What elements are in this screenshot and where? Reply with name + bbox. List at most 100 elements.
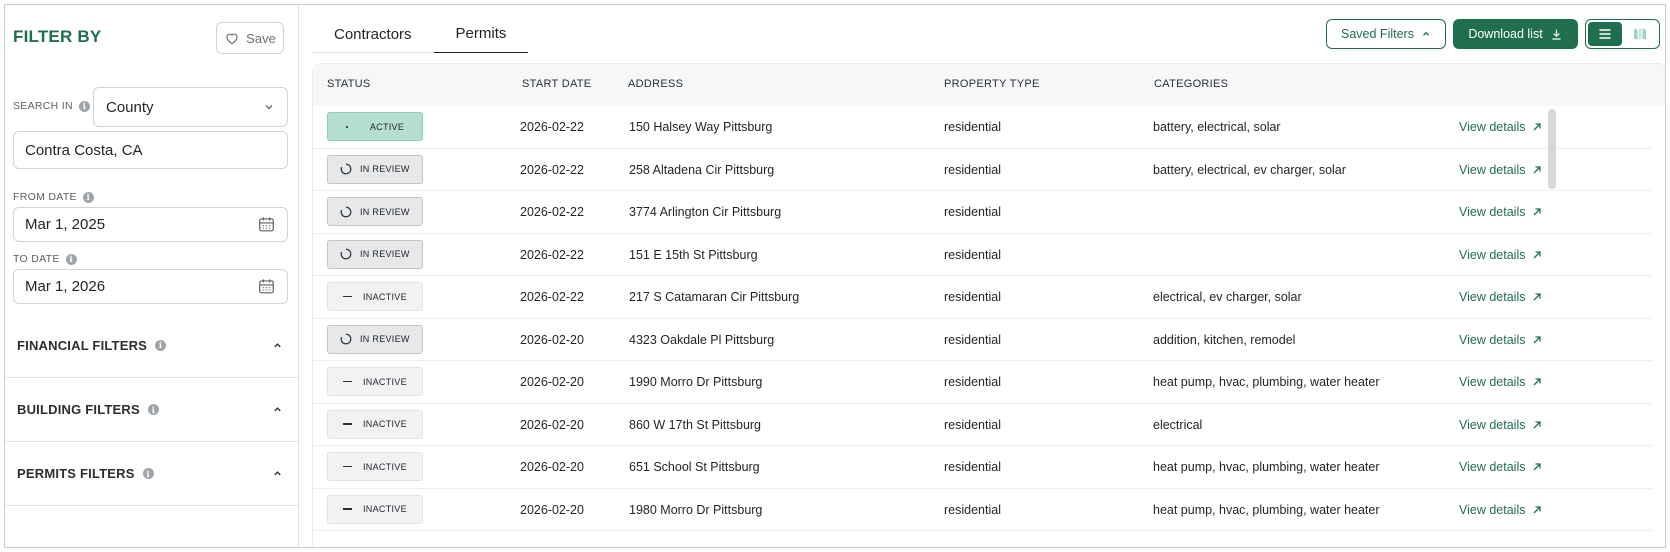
view-details-link[interactable]: View details — [1459, 503, 1542, 517]
info-icon: i — [155, 339, 167, 351]
table-row[interactable]: INACTIVE 2026-02-20 1980 Morro Dr Pittsbur… — [313, 489, 1653, 531]
property-type-cell: residential — [944, 460, 1001, 474]
view-details-link[interactable]: View details — [1459, 418, 1542, 432]
to-date-value: Mar 1, 2026 — [25, 278, 106, 295]
status-text: ACTIVE — [369, 121, 405, 132]
header-categories[interactable]: CATEGORIES — [1154, 78, 1228, 90]
from-date-text: FROM DATE — [13, 191, 77, 203]
status-text: INACTIVE — [363, 291, 407, 302]
view-details-link[interactable]: View details — [1459, 120, 1542, 134]
categories-cell: battery, electrical, ev charger, solar — [1153, 162, 1346, 177]
download-list-button[interactable]: Download list — [1453, 19, 1578, 49]
save-label: Save — [246, 30, 276, 46]
status-badge: INACTIVE — [327, 282, 423, 311]
property-type-cell: residential — [944, 332, 1001, 347]
table-row[interactable]: INACTIVE 2026-02-22 217 S Catamaran Cir Pi… — [313, 276, 1653, 319]
view-details-link[interactable]: View details — [1459, 248, 1542, 262]
property-type-cell: residential — [944, 162, 1001, 177]
start-date-cell: 2026-02-20 — [520, 502, 584, 517]
address-cell: 651 School St Pittsburg — [629, 460, 760, 474]
to-date-input[interactable]: Mar 1, 2026 — [13, 269, 288, 304]
map-view-button[interactable] — [1624, 22, 1658, 46]
header-address[interactable]: ADDRESS — [628, 78, 683, 90]
to-date-label: TO DATE i — [13, 253, 77, 265]
categories-cell: heat pump, hvac, plumbing, water heater — [1153, 502, 1380, 517]
table-row[interactable]: INACTIVE 2026-02-20 860 W 17th St Pittsbur… — [313, 404, 1653, 446]
filter-title: FILTER BY — [13, 27, 102, 46]
view-details-link[interactable]: View details — [1459, 205, 1542, 219]
permits-filters-section[interactable]: PERMITS FILTERS i — [5, 441, 299, 505]
status-text: INACTIVE — [363, 461, 407, 472]
view-details-label: View details — [1459, 375, 1526, 389]
address-cell: 860 W 17th St Pittsburg — [629, 417, 762, 432]
start-date-cell: 2026-02-22 — [520, 205, 584, 219]
start-date-cell: 2026-02-22 — [520, 162, 584, 177]
saved-filters-button[interactable]: Saved Filters — [1326, 19, 1446, 49]
view-details-label: View details — [1459, 417, 1526, 432]
list-icon — [1599, 29, 1611, 39]
table-row[interactable]: IN REVIEW 2026-02-20 4323 Oakdale Pl Pitts… — [313, 319, 1653, 361]
view-details-link[interactable]: View details — [1459, 290, 1542, 304]
table-row[interactable]: IN REVIEW 2026-02-22 258 Altadena Cir Pitt… — [313, 149, 1653, 191]
from-date-input[interactable]: Mar 1, 2025 — [13, 207, 288, 242]
financial-filters-section[interactable]: FINANCIAL FILTERS i — [5, 313, 299, 377]
table-scrollbar[interactable] — [1548, 109, 1556, 189]
categories-cell: electrical — [1153, 417, 1203, 432]
info-icon: i — [142, 468, 154, 479]
calendar-icon — [259, 279, 274, 294]
categories-cell: battery, electrical, solar — [1153, 120, 1281, 134]
categories-cell: heat pump, hvac, plumbing, water heater — [1153, 460, 1380, 474]
view-details-label: View details — [1459, 247, 1526, 262]
property-type-cell: residential — [944, 375, 1001, 389]
view-details-link[interactable]: View details — [1459, 375, 1542, 389]
status-text: IN REVIEW — [360, 164, 410, 174]
status-badge: INACTIVE — [327, 367, 423, 396]
view-details-label: View details — [1459, 332, 1526, 347]
search-in-select[interactable]: County — [93, 87, 288, 127]
location-value: Contra Costa, CA — [25, 141, 143, 159]
table-row[interactable]: IN REVIEW 2026-02-22 3774 Arlington Cir Pi… — [313, 191, 1653, 234]
table-row[interactable]: IN REVIEW 2026-02-22 151 E 15th St Pittsbu… — [313, 234, 1653, 276]
table-row[interactable]: ACTIVE 2026-02-22 150 Halsey Way Pittsburg… — [313, 106, 1653, 149]
external-link-icon — [1534, 165, 1542, 173]
app-window: FILTER BY Save SEARCH IN i County Contra… — [4, 4, 1666, 548]
header-property-type[interactable]: PROPERTY TYPE — [944, 78, 1040, 90]
start-date-cell: 2026-02-20 — [520, 332, 584, 347]
view-details-link[interactable]: View details — [1459, 163, 1542, 177]
list-view-button[interactable] — [1588, 22, 1622, 46]
chevron-up-icon — [1422, 31, 1429, 36]
tab-permits[interactable]: Permits — [433, 15, 529, 53]
property-type-cell: residential — [944, 120, 1001, 134]
inactive-dash-icon — [343, 423, 352, 425]
save-filter-button[interactable]: Save — [216, 22, 284, 54]
location-input[interactable]: Contra Costa, CA — [13, 131, 288, 169]
external-link-icon — [1534, 378, 1542, 386]
to-date-text: TO DATE — [13, 253, 60, 265]
table-row[interactable]: INACTIVE 2026-02-20 651 School St Pittsbur… — [313, 446, 1653, 489]
header-status[interactable]: STATUS — [327, 78, 371, 90]
status-badge: IN REVIEW — [327, 239, 423, 269]
property-type-cell: residential — [944, 247, 1001, 262]
in-review-spinner-icon — [340, 163, 352, 175]
inactive-dash-icon — [343, 295, 352, 298]
status-text: INACTIVE — [363, 376, 407, 387]
inactive-dash-icon — [343, 508, 352, 510]
tab-contractors[interactable]: Contractors — [312, 15, 434, 53]
view-details-link[interactable]: View details — [1459, 460, 1542, 474]
external-link-icon — [1534, 335, 1542, 343]
view-toggle — [1585, 19, 1660, 49]
download-list-label: Download list — [1468, 27, 1543, 41]
external-link-icon — [1534, 293, 1542, 301]
property-type-cell: residential — [944, 290, 1001, 304]
chevron-up-icon — [274, 471, 281, 476]
building-filters-section[interactable]: BUILDING FILTERS i — [5, 377, 299, 441]
status-text: INACTIVE — [363, 504, 407, 514]
calendar-icon — [259, 217, 274, 232]
status-text: IN REVIEW — [360, 249, 410, 259]
table-row[interactable]: INACTIVE 2026-02-20 1990 Morro Dr Pittsbur… — [313, 361, 1653, 404]
start-date-cell: 2026-02-20 — [520, 460, 584, 474]
address-cell: 151 E 15th St Pittsburg — [629, 247, 758, 262]
tab-bar: Contractors Permits — [312, 15, 529, 53]
header-start-date[interactable]: START DATE — [522, 78, 591, 90]
view-details-link[interactable]: View details — [1459, 333, 1542, 347]
